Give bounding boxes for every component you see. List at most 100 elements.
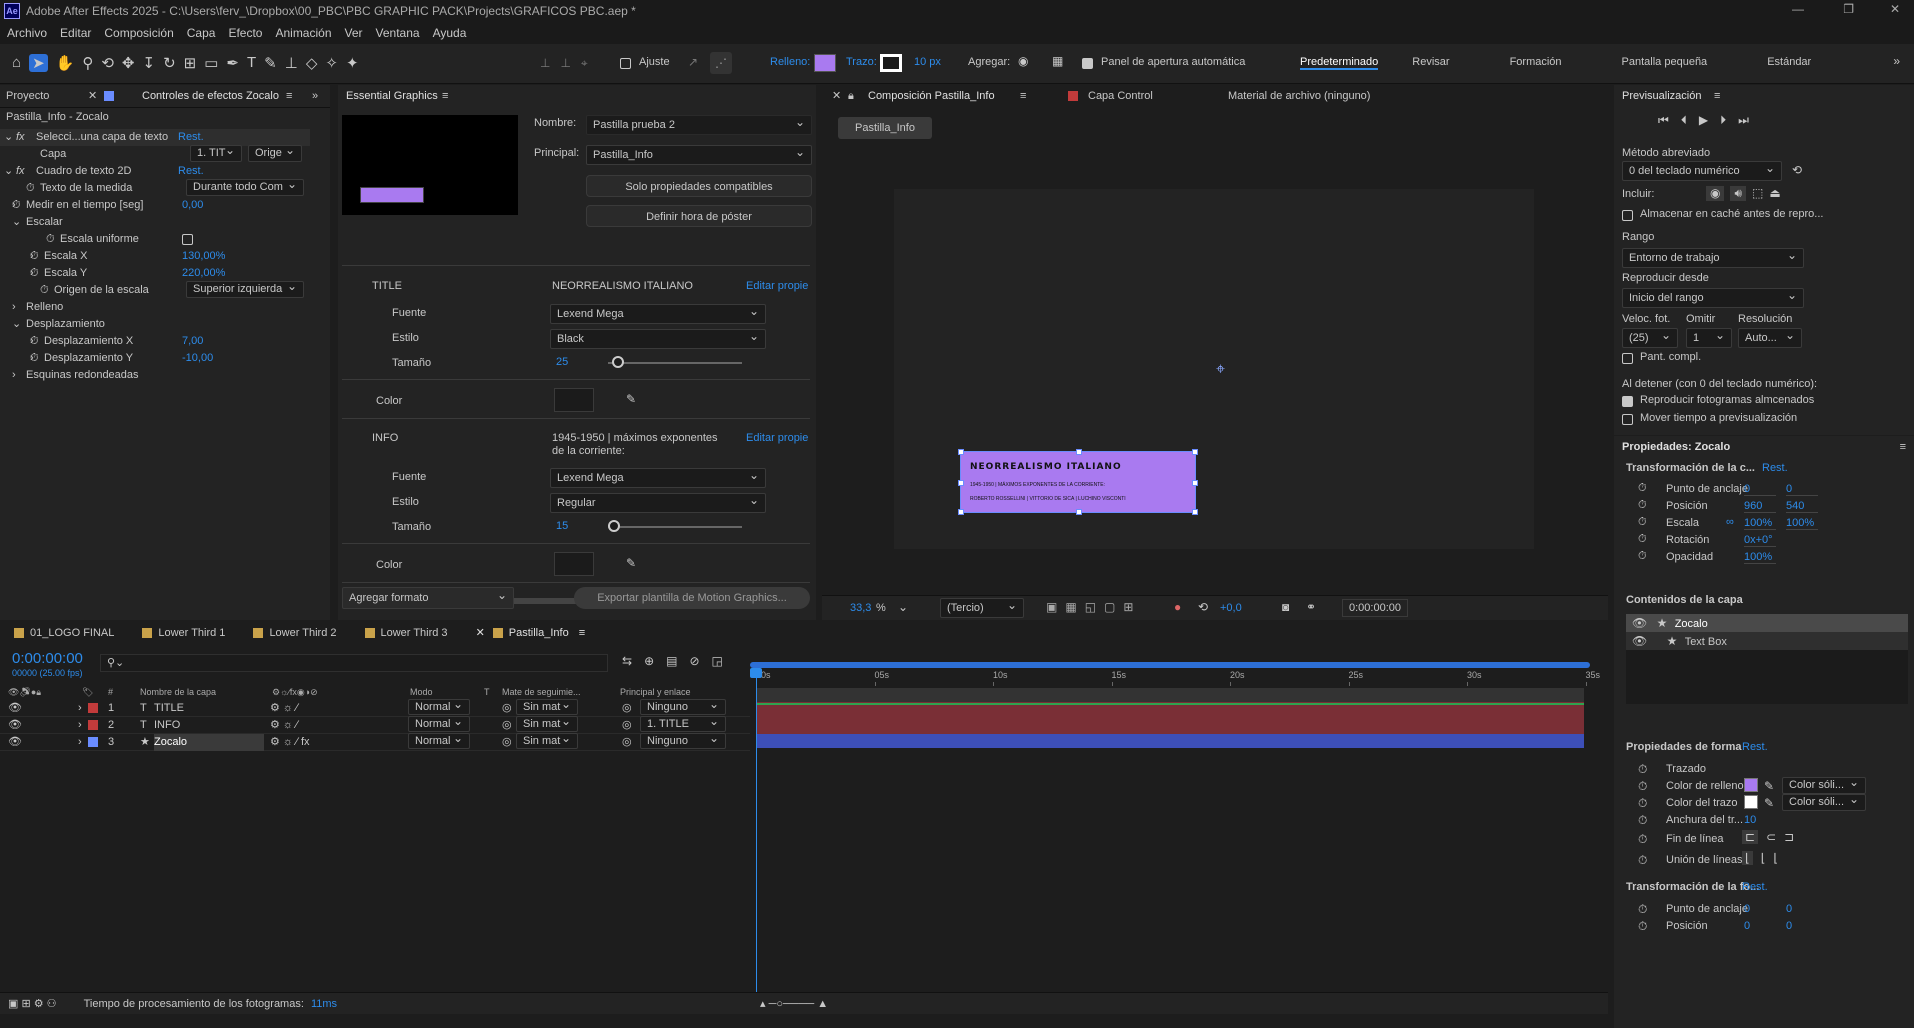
first-frame-icon[interactable]: ⏮ bbox=[1658, 113, 1669, 128]
timeline-current-time[interactable]: 0:00:00:00 bbox=[12, 650, 83, 667]
menu-item-1[interactable]: Editar bbox=[60, 22, 91, 44]
stopwatch-icon[interactable]: ⏱︎ bbox=[1638, 550, 1647, 563]
layer-mode-select[interactable]: Normal bbox=[408, 731, 470, 749]
shortcut-select[interactable]: 0 del teclado numérico bbox=[1622, 159, 1782, 181]
menu-item-6[interactable]: Ver bbox=[345, 22, 363, 44]
preview-menu-icon[interactable]: ≡ bbox=[1714, 85, 1720, 107]
playhead[interactable] bbox=[756, 668, 757, 1012]
title-size-value[interactable]: 25 bbox=[556, 356, 568, 368]
show-snapshot-icon[interactable]: ⚭ bbox=[1306, 600, 1316, 614]
playhead-handle[interactable] bbox=[750, 668, 762, 678]
include-video-icon[interactable]: ◉ bbox=[1706, 186, 1725, 201]
work-area-band[interactable] bbox=[756, 688, 1584, 702]
title-eyedropper-icon[interactable]: ✎ bbox=[626, 392, 636, 406]
comp-close-icon[interactable]: ✕ bbox=[832, 85, 841, 107]
anchor-point-icon[interactable]: ⌖ bbox=[1216, 361, 1225, 379]
layer-switches-icon[interactable]: ⚙ ☼ ∕ bbox=[270, 700, 298, 717]
effect-value[interactable]: -10,00 bbox=[182, 350, 213, 367]
effect-row[interactable]: ⌄ Escalar bbox=[0, 214, 310, 231]
layer-matte-select[interactable]: Sin mat bbox=[516, 714, 578, 732]
close-icon[interactable]: ✕ bbox=[476, 627, 485, 639]
eye-icon[interactable]: 👁︎ bbox=[8, 717, 22, 734]
fullscreen-checkbox[interactable] bbox=[1622, 353, 1633, 364]
fill-color-swatch[interactable] bbox=[1744, 778, 1758, 792]
clone-stamp-icon[interactable]: ⊥ bbox=[285, 54, 298, 72]
selection-tool-icon[interactable]: ➤ bbox=[29, 54, 48, 72]
transform-value-x[interactable]: 100% bbox=[1744, 517, 1776, 530]
include-audio-icon[interactable]: 🔊︎ bbox=[1730, 186, 1747, 201]
timeline-tab[interactable]: Lower Third 3 bbox=[351, 622, 462, 644]
panel-menu-icon[interactable]: ≡ bbox=[286, 85, 292, 107]
prev-frame-icon[interactable]: ⏴ bbox=[1681, 113, 1687, 128]
shape-anchor-x[interactable]: 0 bbox=[1744, 903, 1750, 915]
title-size-slider[interactable] bbox=[608, 362, 742, 364]
lock-icon[interactable]: 🔒︎ bbox=[848, 85, 854, 107]
axis-world-icon[interactable]: ⊥ bbox=[560, 56, 570, 71]
stopwatch-icon[interactable]: ⏱︎ bbox=[1638, 516, 1647, 529]
chevron-right-icon[interactable]: › bbox=[12, 299, 16, 316]
stopwatch-icon[interactable]: ⏱︎ bbox=[1638, 853, 1647, 868]
eye-icon[interactable]: 👁︎ bbox=[1632, 634, 1647, 648]
tab-material[interactable]: Material de archivo (ninguno) bbox=[1228, 85, 1370, 107]
layer-name[interactable]: Zocalo bbox=[154, 734, 264, 751]
layer-parent-select[interactable]: 1. TITLE bbox=[640, 714, 726, 732]
matte-icon[interactable]: ◎ bbox=[502, 717, 512, 734]
effect-row[interactable]: ⏱︎ Texto de la medida Durante todo Com bbox=[0, 177, 310, 197]
puppet-pin-icon[interactable]: ✦ bbox=[346, 54, 359, 72]
chevron-down-icon[interactable]: ⌄ bbox=[12, 316, 21, 333]
contents-item-zocalo[interactable]: 👁︎ ★ Zocalo bbox=[1626, 614, 1908, 632]
transparency-grid-icon[interactable]: ▦ bbox=[1065, 600, 1076, 614]
play-from-select[interactable]: Inicio del rango bbox=[1622, 286, 1804, 308]
tab-effect-controls[interactable]: Controles de efectos Zocalo bbox=[142, 85, 279, 107]
next-frame-icon[interactable]: ⏵ bbox=[1720, 113, 1726, 128]
transform-value-x[interactable]: 0 bbox=[1744, 483, 1776, 496]
fx-icon[interactable]: fx bbox=[16, 129, 25, 146]
title-color-swatch[interactable] bbox=[554, 388, 594, 412]
stopwatch-icon[interactable]: ⏱︎ bbox=[1638, 779, 1647, 794]
compatible-props-button[interactable]: Solo propiedades compatibles bbox=[586, 175, 812, 197]
footer-toggle-icons[interactable]: ▣ ⊞ ⚙ ⚇ bbox=[8, 998, 57, 1010]
eyedropper-icon[interactable]: ✎ bbox=[1764, 796, 1774, 810]
butt-cap-icon[interactable]: ⊏ bbox=[1742, 830, 1759, 844]
layer-matte-select[interactable]: Sin mat bbox=[516, 697, 578, 715]
axis-local-icon[interactable]: ⊥ bbox=[540, 56, 550, 71]
layer-switches-icon[interactable]: ⚙ ☼ ∕ fx bbox=[270, 734, 310, 751]
zoom-value[interactable]: 33,3 bbox=[850, 602, 871, 614]
chevron-down-icon[interactable]: ⌄ bbox=[4, 163, 13, 180]
orbit-tool-icon[interactable]: ⟲ bbox=[101, 54, 114, 72]
info-layer-bar[interactable] bbox=[756, 718, 1584, 734]
dolly-tool-icon[interactable]: ↧ bbox=[142, 54, 155, 72]
timeline-search-input[interactable]: ⚲⌄ bbox=[100, 654, 608, 672]
eg-menu-icon[interactable]: ≡ bbox=[442, 85, 448, 107]
timeline-tab[interactable]: ✕ Pastilla_Info ≡ bbox=[462, 622, 600, 644]
pen-tool-icon[interactable]: ✒ bbox=[226, 54, 239, 72]
edit-title-link[interactable]: Editar propie bbox=[746, 280, 808, 292]
link-icon[interactable]: ∞ bbox=[1726, 516, 1734, 528]
play-icon[interactable]: ▶ bbox=[1699, 113, 1708, 128]
shape-position-x[interactable]: 0 bbox=[1744, 920, 1750, 932]
title-style-select[interactable]: Black bbox=[550, 327, 766, 349]
guides-icon[interactable]: ▢ bbox=[1104, 600, 1115, 614]
stopwatch-icon[interactable]: ⏱︎ bbox=[12, 197, 21, 214]
chevron-right-icon[interactable]: › bbox=[12, 367, 16, 384]
stopwatch-icon[interactable]: ⏱︎ bbox=[30, 265, 39, 282]
anchor-tool-icon[interactable]: ⊞ bbox=[184, 54, 197, 72]
effect-value[interactable]: 130,00% bbox=[182, 248, 225, 265]
effect-value[interactable]: 220,00% bbox=[182, 265, 225, 282]
title-size-knob[interactable] bbox=[612, 356, 624, 368]
tab-capa-control[interactable]: Capa Control bbox=[1088, 85, 1153, 107]
shape-position-y[interactable]: 0 bbox=[1786, 920, 1792, 932]
menu-item-0[interactable]: Archivo bbox=[7, 22, 47, 44]
zoom-dropdown-icon[interactable]: ⌄ bbox=[898, 600, 908, 614]
contents-item-textbox[interactable]: 👁︎ ★ Text Box bbox=[1626, 632, 1908, 650]
more-workspaces-icon[interactable]: » bbox=[1893, 54, 1900, 68]
reset-transform-link[interactable]: Rest. bbox=[1762, 462, 1788, 474]
timeline-layer-row[interactable]: 👁︎ › 1 T TITLE ⚙ ☼ ∕ Normal ◎ Sin mat ◎ … bbox=[0, 697, 750, 717]
zocalo-layer-bar[interactable] bbox=[756, 734, 1584, 748]
rectangle-tool-icon[interactable]: ▭ bbox=[204, 54, 218, 72]
zoom-slider-icon[interactable]: ▴ ─○──── ▲ bbox=[760, 993, 828, 1015]
close-icon[interactable]: ✕ bbox=[1890, 2, 1900, 16]
stopwatch-icon[interactable]: ⏱︎ bbox=[46, 231, 55, 248]
cache-checkbox[interactable] bbox=[1622, 210, 1633, 221]
stopwatch-icon[interactable]: ⏱︎ bbox=[26, 180, 35, 197]
